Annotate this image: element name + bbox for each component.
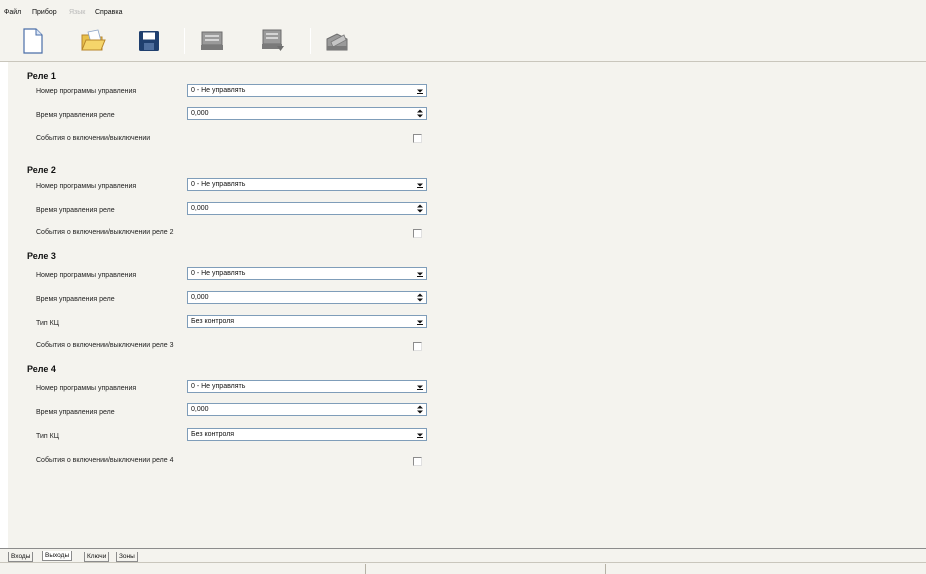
- tab-inputs[interactable]: Входы: [8, 552, 34, 562]
- relay-4-events-checkbox[interactable]: [413, 457, 422, 466]
- relay-4-time-value: 0,000: [191, 406, 209, 413]
- relay-4-program-select[interactable]: 0 - Не управлять: [187, 380, 427, 393]
- relay-1-time-value: 0,000: [191, 110, 209, 117]
- send-button[interactable]: [322, 26, 352, 56]
- relay-4-title: Реле 4: [27, 364, 56, 374]
- menu-help[interactable]: Справка: [95, 8, 122, 17]
- relay-1-time-label: Время управления реле: [36, 112, 115, 119]
- relay-3-kc-select[interactable]: Без контроля: [187, 315, 427, 328]
- relay-3-program-select[interactable]: 0 - Не управлять: [187, 267, 427, 280]
- relay-2-program-value: 0 - Не управлять: [191, 181, 246, 188]
- tab-outputs[interactable]: Выходы: [42, 551, 73, 561]
- status-pane: [605, 564, 926, 574]
- new-file-icon: [23, 28, 43, 54]
- toolbar: [0, 20, 926, 62]
- spinner-arrows-icon[interactable]: [414, 109, 425, 118]
- read-from-device-icon: [201, 31, 223, 50]
- relay-3-kc-label: Тип КЦ: [36, 320, 59, 327]
- relay-1-program-value: 0 - Не управлять: [191, 87, 246, 94]
- dropdown-arrow-icon[interactable]: [414, 430, 425, 439]
- toolbar-separator: [184, 28, 185, 54]
- send-icon: [326, 33, 348, 51]
- spinner-arrows-icon[interactable]: [414, 405, 425, 414]
- relay-3-program-value: 0 - Не управлять: [191, 270, 246, 277]
- tab-zones[interactable]: Зоны: [116, 552, 138, 562]
- relay-2-time-label: Время управления реле: [36, 207, 115, 214]
- dropdown-arrow-icon[interactable]: [414, 382, 425, 391]
- menu-bar: Файл Прибор Язык Справка: [0, 0, 926, 20]
- dropdown-arrow-icon[interactable]: [414, 269, 425, 278]
- save-icon: [139, 31, 159, 51]
- relay-4-kc-select[interactable]: Без контроля: [187, 428, 427, 441]
- relay-3-title: Реле 3: [27, 251, 56, 261]
- toolbar-separator: [310, 28, 311, 54]
- write-to-device-button[interactable]: [258, 26, 288, 56]
- relay-3-time-spinner[interactable]: 0,000: [187, 291, 427, 304]
- relay-4-program-label: Номер программы управления: [36, 385, 137, 392]
- status-pane: [365, 564, 605, 574]
- spinner-arrows-icon[interactable]: [414, 293, 425, 302]
- relay-1-program-label: Номер программы управления: [36, 88, 137, 95]
- relay-2-time-value: 0,000: [191, 205, 209, 212]
- relay-1-program-select[interactable]: 0 - Не управлять: [187, 84, 427, 97]
- spinner-arrows-icon[interactable]: [414, 204, 425, 213]
- open-file-button[interactable]: [78, 26, 108, 56]
- read-from-device-button[interactable]: [197, 26, 227, 56]
- menu-file[interactable]: Файл: [4, 8, 21, 17]
- relay-4-kc-label: Тип КЦ: [36, 433, 59, 440]
- menu-language[interactable]: Язык: [69, 8, 85, 17]
- menu-device[interactable]: Прибор: [32, 8, 57, 17]
- relay-4-events-label: События о включении/выключении реле 4: [36, 457, 174, 464]
- relay-2-program-label: Номер программы управления: [36, 183, 137, 190]
- relay-3-time-label: Время управления реле: [36, 296, 115, 303]
- dropdown-arrow-icon[interactable]: [414, 317, 425, 326]
- new-file-button[interactable]: [18, 26, 48, 56]
- relay-4-program-value: 0 - Не управлять: [191, 383, 246, 390]
- bottom-tab-strip: Входы Выходы Ключи Зоны: [0, 548, 926, 562]
- save-button[interactable]: [134, 26, 164, 56]
- relay-4-time-label: Время управления реле: [36, 409, 115, 416]
- tab-keys[interactable]: Ключи: [84, 552, 110, 562]
- relay-2-program-select[interactable]: 0 - Не управлять: [187, 178, 427, 191]
- relay-3-kc-value: Без контроля: [191, 318, 235, 325]
- relay-2-time-spinner[interactable]: 0,000: [187, 202, 427, 215]
- relay-2-events-label: События о включении/выключении реле 2: [36, 229, 174, 236]
- relay-1-time-spinner[interactable]: 0,000: [187, 107, 427, 120]
- relay-2-events-checkbox[interactable]: [413, 229, 422, 238]
- relay-4-time-spinner[interactable]: 0,000: [187, 403, 427, 416]
- relay-3-events-checkbox[interactable]: [413, 342, 422, 351]
- dropdown-arrow-icon[interactable]: [414, 86, 425, 95]
- relay-2-title: Реле 2: [27, 165, 56, 175]
- relay-4-kc-value: Без контроля: [191, 431, 235, 438]
- open-folder-icon: [81, 29, 106, 51]
- status-bar: [0, 562, 926, 574]
- relay-settings-panel: Реле 1 Номер программы управления 0 - Не…: [8, 62, 926, 548]
- relay-3-events-label: События о включении/выключении реле 3: [36, 342, 174, 349]
- relay-1-events-label: События о включении/выключении: [36, 135, 151, 142]
- write-to-device-icon: [262, 29, 284, 51]
- relay-1-events-checkbox[interactable]: [413, 134, 422, 143]
- relay-1-title: Реле 1: [27, 71, 56, 81]
- relay-3-program-label: Номер программы управления: [36, 272, 137, 279]
- relay-3-time-value: 0,000: [191, 294, 209, 301]
- dropdown-arrow-icon[interactable]: [414, 180, 425, 189]
